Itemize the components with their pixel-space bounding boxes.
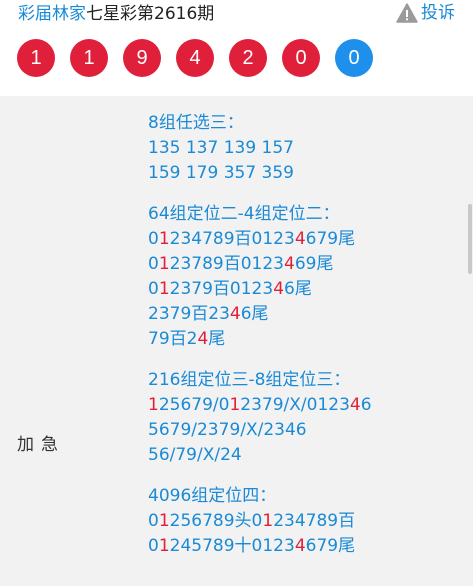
line-text: 尾 (208, 329, 226, 349)
highlighted-digit: 4 (197, 329, 209, 349)
line-text: 679尾 (305, 536, 356, 556)
highlighted-digit: 1 (229, 395, 241, 415)
line-text: 6尾 (284, 279, 312, 299)
line-text: 64组定位二-4组定位二： (148, 204, 340, 224)
line-text: 0 (148, 229, 159, 249)
number-ball: 0 (335, 39, 373, 77)
line-text: 0 (148, 279, 159, 299)
highlighted-digit: 1 (158, 536, 170, 556)
line-text: 56/79/X/24 (148, 445, 242, 465)
prediction-line: 5679/2379/X/2346 (148, 418, 372, 443)
prediction-panel: 加急 8组任选三： 135 137 139 157 159 179 357 359 6… (0, 96, 473, 586)
page-title: 彩届林家七星彩第2616期 (18, 3, 214, 25)
highlighted-digit: 1 (158, 511, 170, 531)
prediction-line: 0123789百0123469尾 (148, 252, 372, 277)
report-button[interactable]: 投诉 (396, 2, 455, 24)
number-ball: 0 (282, 39, 320, 77)
line-text: 6 (360, 395, 372, 415)
number-ball: 1 (17, 39, 55, 77)
line-text: 0 (148, 536, 159, 556)
number-ball: 1 (70, 39, 108, 77)
header: 彩届林家七星彩第2616期 投诉 1194200 (0, 0, 473, 96)
line-text: 0 (148, 511, 159, 531)
line-text: 5679/2379/X/2346 (148, 420, 307, 440)
line-text: 23789百0123 (169, 254, 284, 274)
highlighted-digit: 4 (294, 229, 306, 249)
highlighted-digit: 4 (294, 536, 306, 556)
prediction-line: 56/79/X/24 (148, 443, 372, 468)
number-ball: 2 (229, 39, 267, 77)
prediction-line: 2379百2346尾 (148, 302, 372, 327)
line-text: 679尾 (305, 229, 356, 249)
line-text: 135 137 139 157 (148, 138, 295, 158)
highlighted-digit: 1 (262, 511, 274, 531)
line-text: 2379/X/0123 (240, 395, 350, 415)
prediction-line: 64组定位二-4组定位二： (148, 202, 372, 227)
report-label: 投诉 (421, 3, 455, 23)
line-text: 8组任选三： (148, 113, 244, 133)
prediction-line: 79百24尾 (148, 327, 372, 352)
highlighted-digit: 4 (349, 395, 361, 415)
winning-numbers: 1194200 (17, 39, 373, 77)
highlighted-digit: 4 (284, 254, 295, 274)
line-text: 159 179 357 359 (148, 163, 295, 183)
issue-title: 七星彩第2616期 (86, 4, 215, 24)
line-text: 256789头0 (169, 511, 263, 531)
highlighted-digit: 1 (158, 254, 170, 274)
scrollbar-thumb[interactable] (468, 204, 472, 274)
line-text: 0 (148, 254, 159, 274)
prediction-line: 216组定位三-8组定位三： (148, 368, 372, 393)
line-text: 234789百0123 (169, 229, 295, 249)
highlighted-digit: 1 (158, 279, 170, 299)
line-spacer (148, 186, 372, 202)
prediction-list: 8组任选三： 135 137 139 157 159 179 357 359 64组定… (148, 111, 372, 559)
line-text: 234789百 (273, 511, 356, 531)
line-spacer (148, 468, 372, 484)
prediction-line: 8组任选三： (148, 111, 372, 136)
line-text: 245789十0123 (169, 536, 295, 556)
highlighted-digit: 4 (229, 304, 241, 324)
warning-triangle-icon (396, 3, 418, 23)
number-ball: 9 (123, 39, 161, 77)
prediction-line: 125679/012379/X/012346 (148, 393, 372, 418)
author-link[interactable]: 彩届林家 (18, 4, 86, 24)
line-text: 2379百23 (148, 304, 230, 324)
highlighted-digit: 1 (158, 229, 170, 249)
line-text: 6尾 (240, 304, 269, 324)
prediction-line: 135 137 139 157 (148, 136, 372, 161)
line-text: 2379百0123 (169, 279, 274, 299)
prediction-line: 159 179 357 359 (148, 161, 372, 186)
scrollbar[interactable] (467, 96, 473, 586)
prediction-line: 01256789头01234789百 (148, 509, 372, 534)
line-text: 4096组定位四： (148, 486, 277, 506)
number-ball: 4 (176, 39, 214, 77)
highlighted-digit: 4 (273, 279, 285, 299)
highlighted-digit: 1 (148, 395, 159, 415)
line-spacer (148, 352, 372, 368)
line-text: 216组定位三-8组定位三： (148, 370, 351, 390)
line-text: 25679/0 (158, 395, 230, 415)
prediction-line: 01234789百01234679尾 (148, 227, 372, 252)
prediction-line: 01245789十01234679尾 (148, 534, 372, 559)
urgent-label: 加急 (17, 435, 65, 455)
prediction-line: 012379百012346尾 (148, 277, 372, 302)
line-text: 79百2 (148, 329, 198, 349)
line-text: 69尾 (294, 254, 334, 274)
prediction-line: 4096组定位四： (148, 484, 372, 509)
